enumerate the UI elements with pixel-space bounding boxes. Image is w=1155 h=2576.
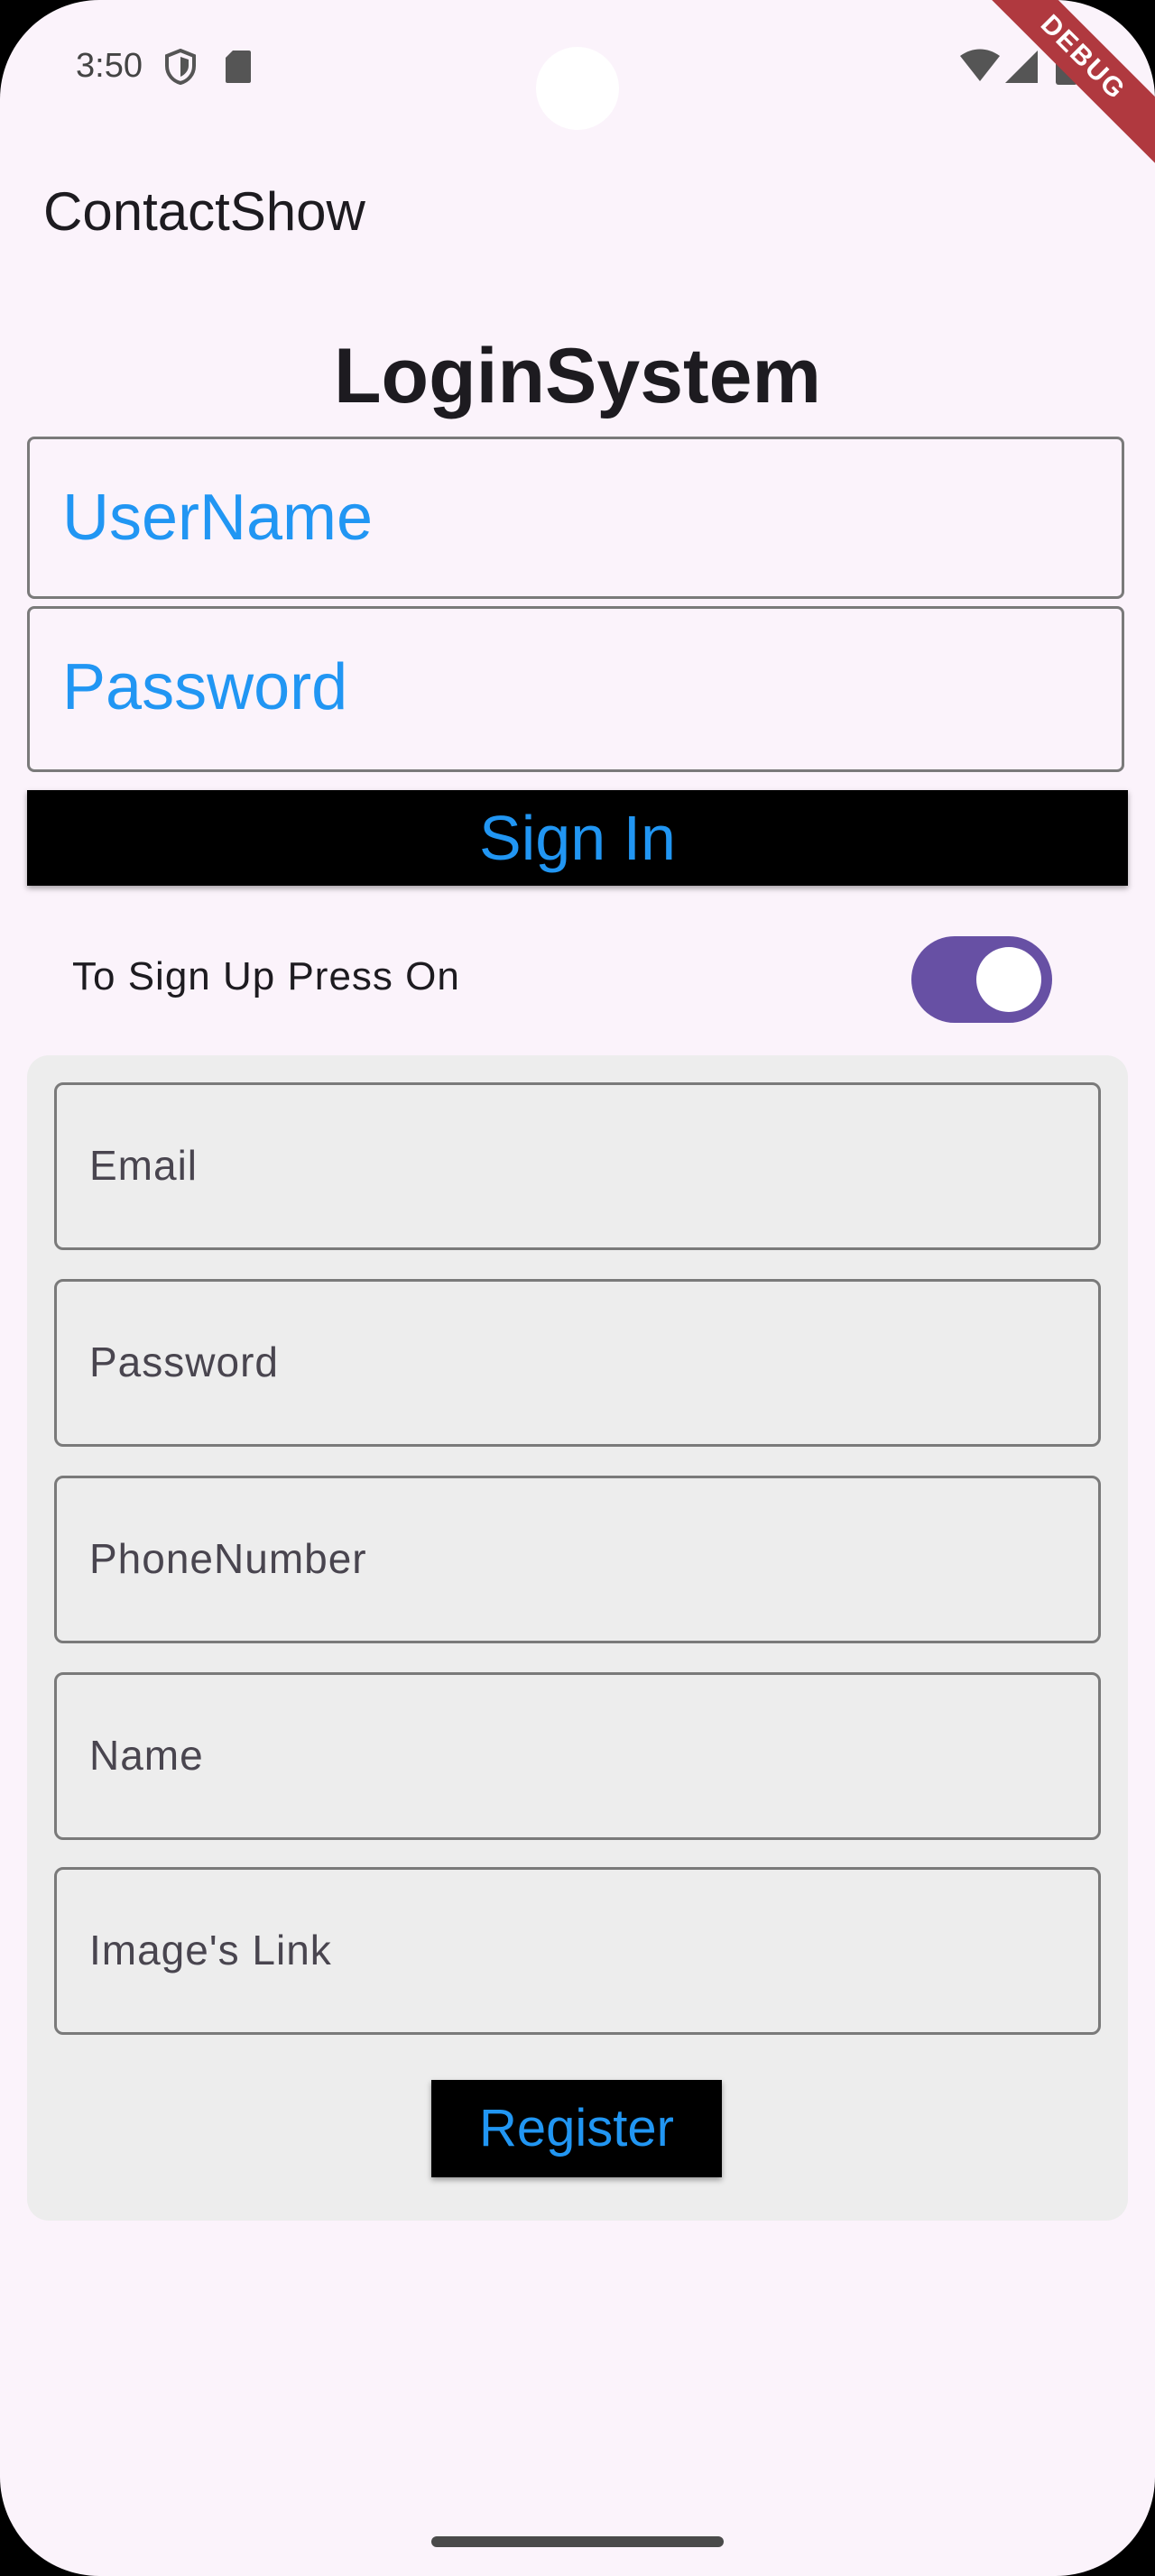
signup-card: Email Password PhoneNumber Name Image's … [27,1055,1128,2221]
username-placeholder: UserName [62,482,374,554]
image-link-field[interactable]: Image's Link [54,1867,1101,2035]
sign-in-button[interactable]: Sign In [27,790,1128,886]
name-field[interactable]: Name [54,1672,1101,1840]
login-password-input[interactable]: Password [27,606,1124,772]
email-placeholder: Email [89,1142,199,1189]
front-camera [536,47,619,130]
cell-signal-icon [1005,51,1038,83]
signup-switch[interactable] [911,936,1052,1023]
debug-banner: DEBUG [970,0,1155,170]
login-password-placeholder: Password [62,651,348,723]
image-link-placeholder: Image's Link [89,1927,332,1973]
status-bar: 3:50 DEBUG [0,0,1155,170]
shield-icon [165,49,196,85]
phone-number-placeholder: PhoneNumber [89,1535,367,1582]
register-button[interactable]: Register [431,2080,722,2177]
name-placeholder: Name [89,1732,204,1779]
app-title: ContactShow [43,181,365,242]
signup-password-placeholder: Password [89,1339,279,1385]
signup-toggle-label: To Sign Up Press On [72,954,460,998]
phone-number-field[interactable]: PhoneNumber [54,1476,1101,1643]
switch-knob [976,947,1041,1012]
login-title: LoginSystem [334,333,821,419]
status-time: 3:50 [76,47,143,85]
email-field[interactable]: Email [54,1082,1101,1250]
signup-password-field[interactable]: Password [54,1279,1101,1447]
sd-card-icon [226,51,251,83]
home-indicator[interactable] [431,2536,724,2547]
phone-screen: 3:50 DEBUG ContactShow LoginSystem UserN… [0,0,1155,2576]
username-input[interactable]: UserName [27,437,1124,599]
wifi-icon [960,49,1000,81]
